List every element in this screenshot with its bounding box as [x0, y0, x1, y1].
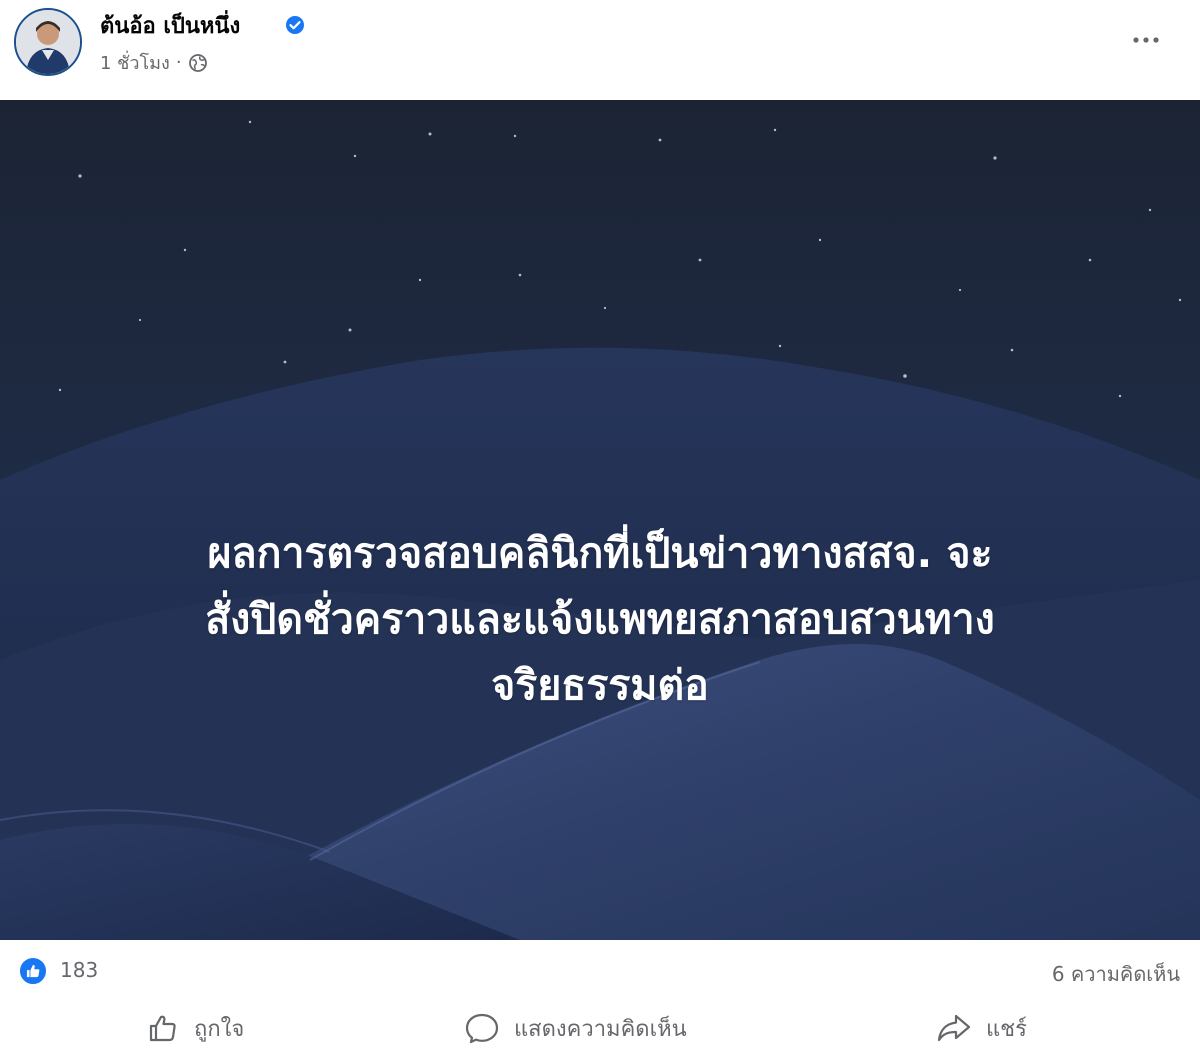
post-actions: ถูกใจ แสดงความคิดเห็น แชร์ — [0, 1000, 1200, 1056]
author-avatar[interactable] — [14, 8, 82, 76]
post-text-line-3: จริยธรรมต่อ — [491, 661, 709, 709]
post-text-line-1: ผลการตรวจสอบคลินิกที่เป็นข่าวทางสสจ. จะ — [207, 529, 993, 577]
like-button[interactable]: ถูกใจ — [146, 1006, 244, 1050]
author-name[interactable]: ต้นอ้อ เป็นหนึ่ง — [100, 8, 240, 43]
post-image[interactable]: ผลการตรวจสอบคลินิกที่เป็นข่าวทางสสจ. จะ … — [0, 100, 1200, 940]
reaction-count[interactable]: 183 — [60, 958, 98, 982]
like-reaction-icon[interactable] — [18, 956, 48, 986]
facebook-post: ต้นอ้อ เป็นหนึ่ง 1 ชั่วโมง · ผลการตรวจสอ… — [0, 0, 1200, 1056]
share-icon — [937, 1014, 971, 1042]
comments-count[interactable]: 6 ความคิดเห็น — [1052, 958, 1180, 990]
comment-button-label: แสดงความคิดเห็น — [514, 1016, 687, 1042]
post-timestamp[interactable]: 1 ชั่วโมง — [100, 48, 170, 77]
comment-button[interactable]: แสดงความคิดเห็น — [464, 1006, 687, 1050]
comment-icon — [465, 1013, 499, 1044]
verified-badge-icon — [286, 16, 304, 34]
post-text-line-2: สั่งปิดชั่วคราวและแจ้งแพทยสภาสอบสวนทาง — [205, 595, 995, 643]
reactions-bar: 183 6 ความคิดเห็น — [0, 940, 1200, 1000]
more-options-icon[interactable] — [1128, 26, 1164, 54]
share-button-label: แชร์ — [986, 1016, 1027, 1042]
like-button-label: ถูกใจ — [194, 1016, 245, 1042]
post-image-text: ผลการตรวจสอบคลินิกที่เป็นข่าวทางสสจ. จะ … — [40, 520, 1160, 718]
post-meta: 1 ชั่วโมง · — [100, 48, 208, 77]
globe-icon[interactable] — [188, 53, 208, 73]
thumbs-up-icon — [149, 1015, 176, 1042]
post-header: ต้นอ้อ เป็นหนึ่ง 1 ชั่วโมง · — [0, 0, 1200, 100]
share-button[interactable]: แชร์ — [936, 1006, 1027, 1050]
meta-separator: · — [175, 52, 182, 73]
